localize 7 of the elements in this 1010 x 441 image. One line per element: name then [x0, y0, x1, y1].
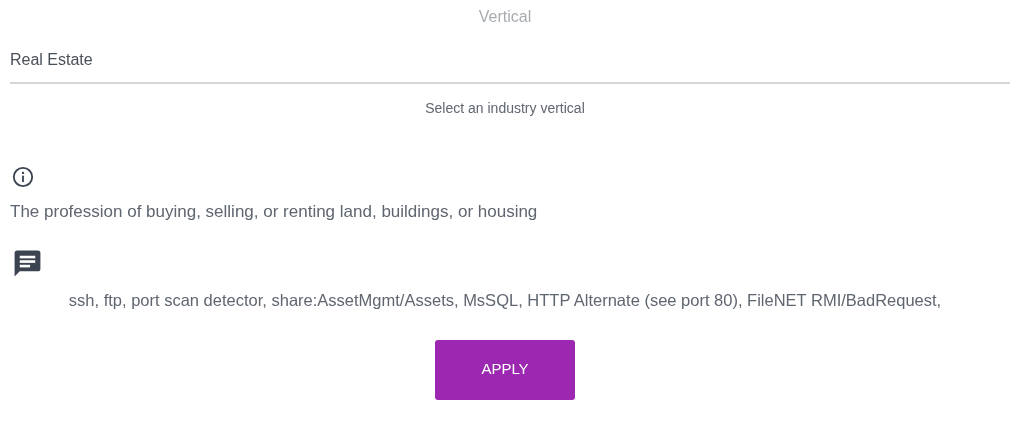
- vertical-field[interactable]: Real Estate: [10, 51, 1010, 84]
- field-hint: Select an industry vertical: [424, 100, 586, 116]
- info-icon: [12, 166, 34, 188]
- field-label: Vertical: [477, 7, 533, 27]
- notes-text: ssh, ftp, port scan detector, share:AssetMgmt/Assets, MsSQL, HTTP Alternate (see port 80), FileNET RMI/BadRequest,: [67, 290, 943, 311]
- apply-button[interactable]: APPLY: [435, 340, 575, 400]
- description-text: The profession of buying, selling, or renting land, buildings, or housing: [10, 202, 539, 222]
